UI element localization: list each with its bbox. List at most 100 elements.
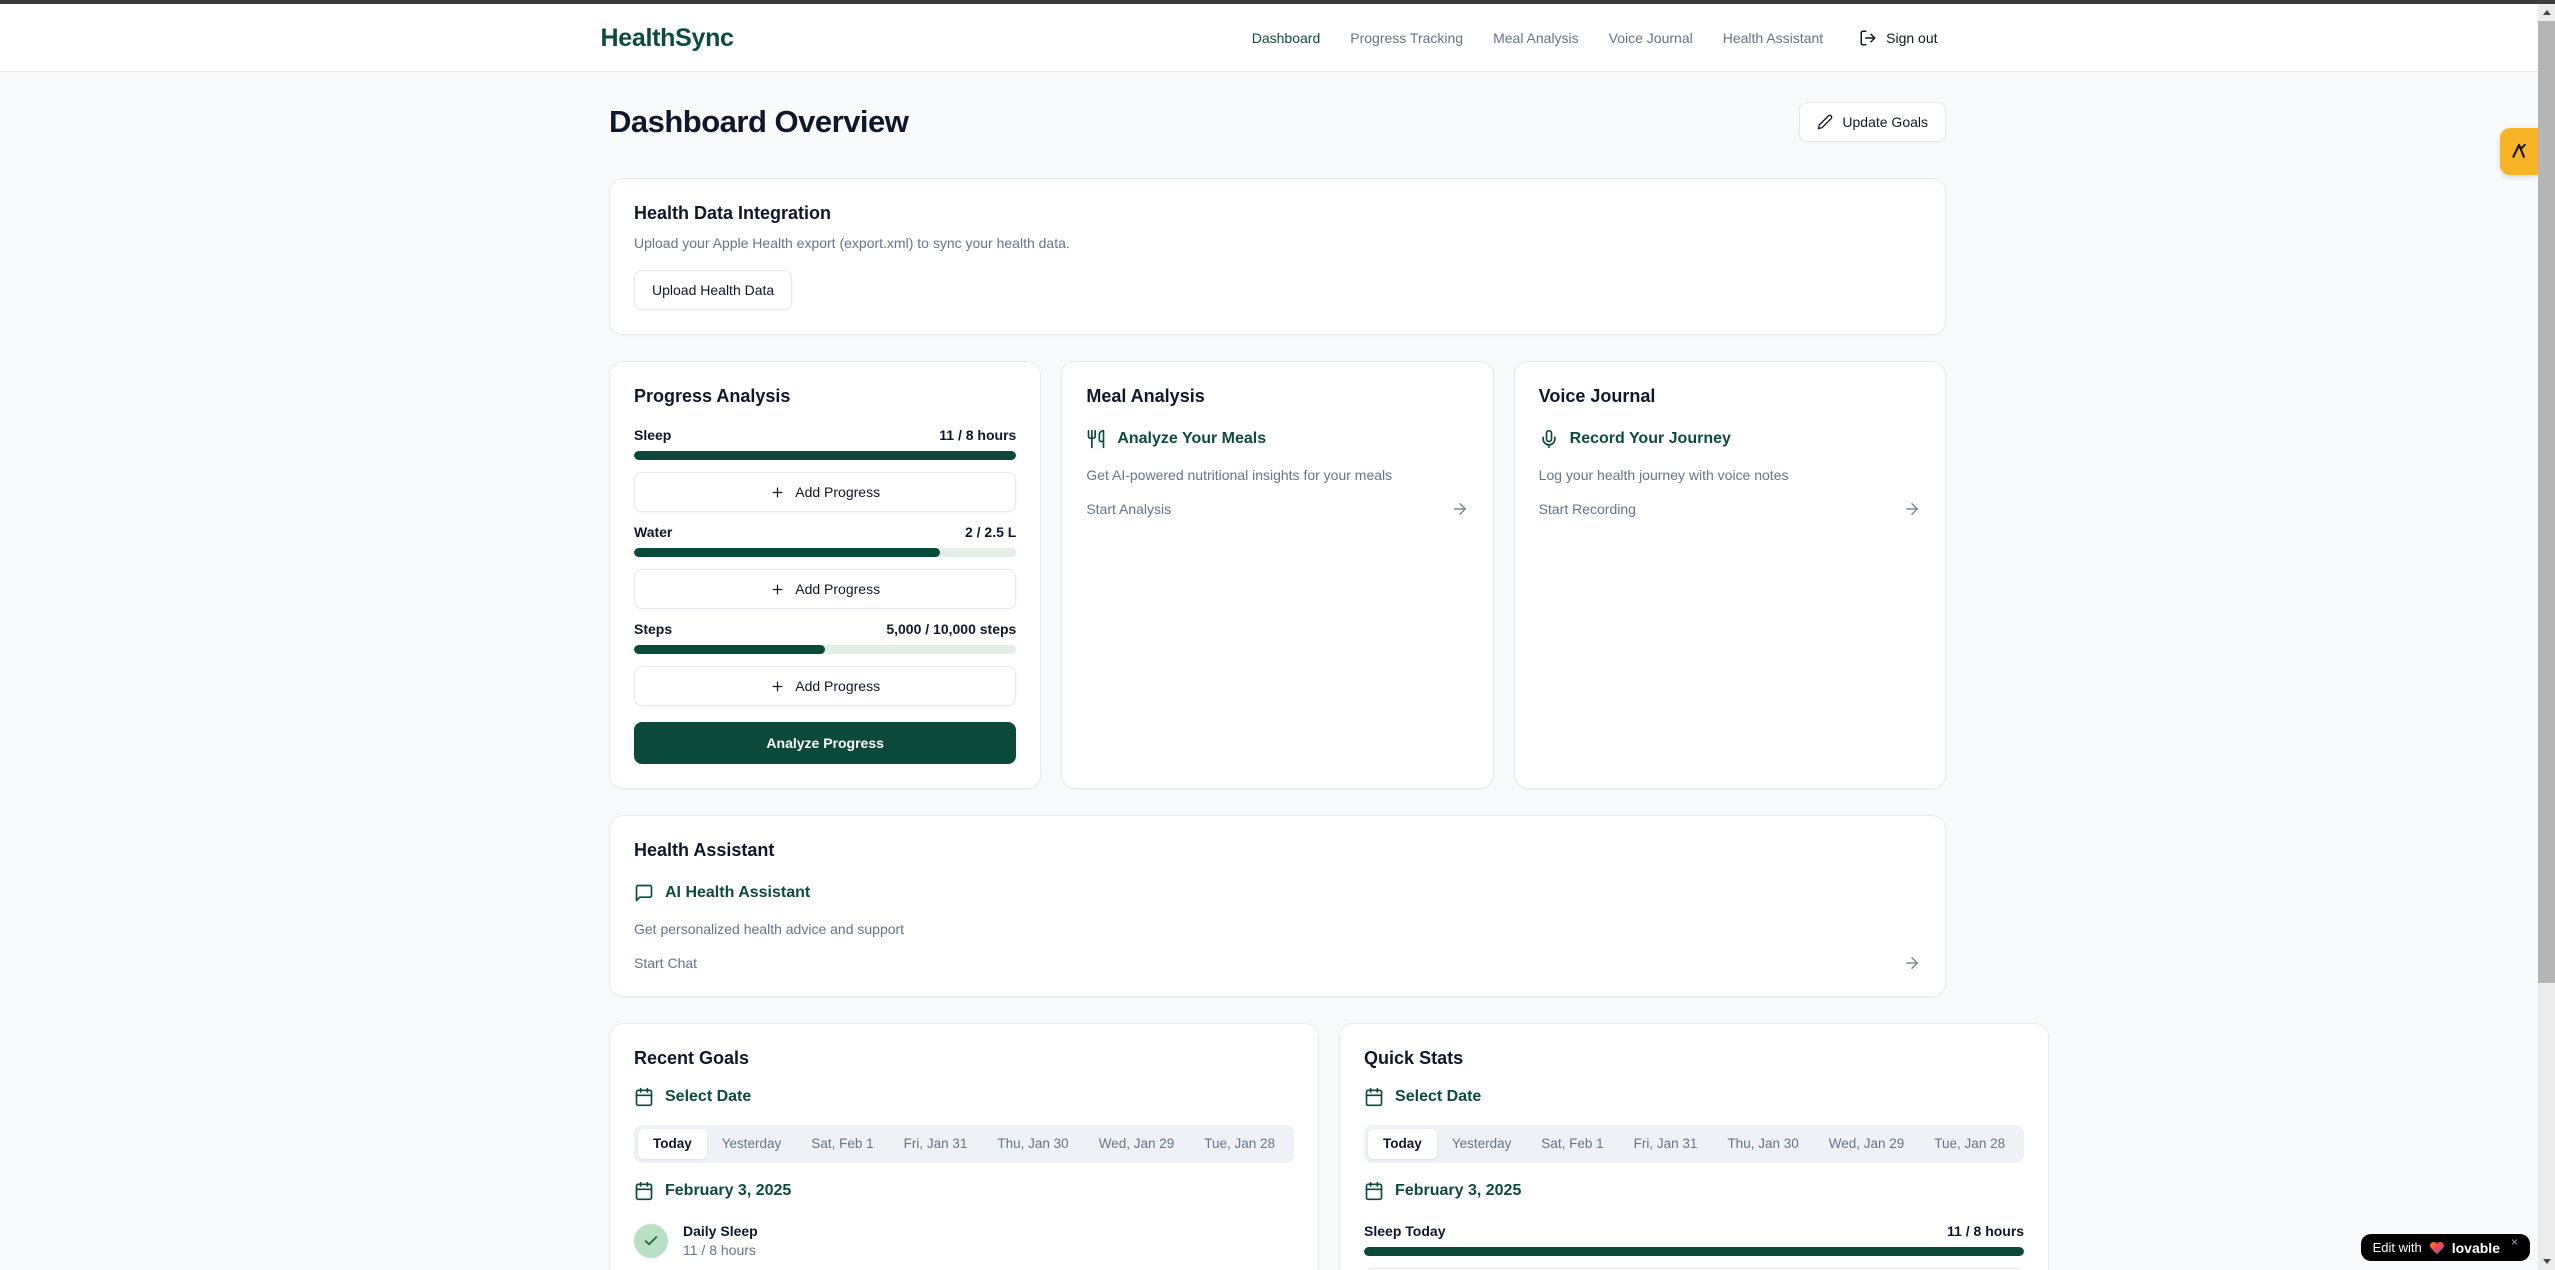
metric-label-steps: Steps	[634, 621, 672, 637]
browser-top-strip	[0, 0, 2555, 4]
record-your-journey-link[interactable]: Record Your Journey	[1539, 429, 1921, 449]
upload-health-data-button[interactable]: Upload Health Data	[634, 270, 792, 310]
goal-value: 11 / 8 hours	[683, 1242, 758, 1258]
microphone-icon	[1539, 429, 1559, 449]
feature-label: AI Health Assistant	[665, 884, 810, 902]
sleep-progress-fill	[634, 451, 1016, 460]
date-tab-yesterday[interactable]: Yesterday	[1437, 1129, 1527, 1159]
sleep-today-progress-bar	[1364, 1247, 2024, 1256]
date-tab-jan28[interactable]: Tue, Jan 28	[1189, 1129, 1290, 1159]
steps-progress-bar	[634, 645, 1016, 654]
close-icon[interactable]: ×	[2511, 1235, 2518, 1249]
date-tab-jan29[interactable]: Wed, Jan 29	[1814, 1129, 1920, 1159]
add-progress-label: Add Progress	[795, 581, 880, 597]
lovable-side-tab-button[interactable]	[2500, 128, 2538, 175]
add-progress-label: Add Progress	[795, 484, 880, 500]
date-tab-jan30[interactable]: Thu, Jan 30	[982, 1129, 1083, 1159]
lovable-mark-icon	[2509, 141, 2530, 162]
metric-label-sleep: Sleep	[634, 427, 671, 443]
recent-goals-card: Recent Goals Select Date Today Yesterday…	[609, 1023, 1319, 1270]
selected-date-display: February 3, 2025	[634, 1181, 1294, 1201]
steps-progress-fill	[634, 645, 825, 654]
date-tab-yesterday[interactable]: Yesterday	[707, 1129, 797, 1159]
pencil-icon	[1817, 114, 1833, 130]
vertical-scrollbar[interactable]	[2538, 0, 2555, 1270]
water-progress-bar	[634, 548, 1016, 557]
check-circle-icon	[634, 1224, 668, 1258]
voice-journal-card: Voice Journal Record Your Journey Log yo…	[1514, 361, 1946, 789]
add-progress-water-button[interactable]: Add Progress	[634, 569, 1016, 609]
progress-analysis-card: Progress Analysis Sleep 11 / 8 hours Add…	[609, 361, 1041, 789]
date-tab-jan29[interactable]: Wed, Jan 29	[1084, 1129, 1190, 1159]
date-tab-bar: Today Yesterday Sat, Feb 1 Fri, Jan 31 T…	[1364, 1125, 2024, 1163]
metric-value-sleep: 11 / 8 hours	[939, 427, 1016, 443]
select-date-label: Select Date	[1395, 1088, 1481, 1106]
add-progress-steps-button[interactable]: Add Progress	[634, 666, 1016, 706]
analyze-progress-button[interactable]: Analyze Progress	[634, 722, 1016, 764]
date-tab-jan28[interactable]: Tue, Jan 28	[1919, 1129, 2020, 1159]
nav-item-voice-journal[interactable]: Voice Journal	[1609, 30, 1693, 46]
nav-item-health-assistant[interactable]: Health Assistant	[1723, 30, 1823, 46]
sign-out-label: Sign out	[1886, 30, 1937, 46]
action-label: Start Chat	[634, 955, 697, 971]
sleep-today-progress-fill	[1364, 1247, 2024, 1256]
start-recording-link[interactable]: Start Recording	[1539, 500, 1921, 518]
sleep-progress-bar	[634, 451, 1016, 460]
nav-links: Dashboard Progress Tracking Meal Analysi…	[1252, 29, 1938, 47]
select-date-button[interactable]: Select Date	[1364, 1087, 2024, 1107]
start-analysis-link[interactable]: Start Analysis	[1086, 500, 1468, 518]
date-tab-feb1[interactable]: Sat, Feb 1	[796, 1129, 888, 1159]
quick-stats-card: Quick Stats Select Date Today Yesterday …	[1339, 1023, 2049, 1270]
scrollbar-up-arrow[interactable]	[2538, 4, 2555, 21]
date-tab-feb1[interactable]: Sat, Feb 1	[1526, 1129, 1618, 1159]
plus-icon	[770, 485, 785, 500]
voice-journal-title: Voice Journal	[1539, 386, 1921, 407]
progress-analysis-title: Progress Analysis	[634, 386, 1016, 407]
stat-label: Sleep Today	[1364, 1223, 1445, 1239]
ai-health-assistant-link[interactable]: AI Health Assistant	[634, 883, 1921, 903]
nav-item-progress-tracking[interactable]: Progress Tracking	[1350, 30, 1463, 46]
calendar-icon	[1364, 1087, 1384, 1107]
scrollbar-thumb[interactable]	[2538, 21, 2555, 983]
health-assistant-description: Get personalized health advice and suppo…	[634, 921, 1921, 937]
calendar-icon	[634, 1181, 654, 1201]
goal-name: Daily Sleep	[683, 1223, 758, 1239]
metric-value-water: 2 / 2.5 L	[965, 524, 1016, 540]
health-assistant-card: Health Assistant AI Health Assistant Get…	[609, 815, 1946, 997]
date-tab-today[interactable]: Today	[638, 1129, 707, 1159]
date-tab-jan30[interactable]: Thu, Jan 30	[1712, 1129, 1813, 1159]
voice-journal-description: Log your health journey with voice notes	[1539, 467, 1921, 483]
calendar-icon	[634, 1087, 654, 1107]
select-date-button[interactable]: Select Date	[634, 1087, 1294, 1107]
nav-item-meal-analysis[interactable]: Meal Analysis	[1493, 30, 1579, 46]
arrow-right-icon	[1451, 500, 1469, 518]
plus-icon	[770, 679, 785, 694]
select-date-label: Select Date	[665, 1088, 751, 1106]
selected-date-display: February 3, 2025	[1364, 1181, 2024, 1201]
lovable-heart-icon	[2429, 1240, 2445, 1256]
analyze-your-meals-link[interactable]: Analyze Your Meals	[1086, 429, 1468, 449]
date-tab-today[interactable]: Today	[1368, 1129, 1437, 1159]
date-tab-jan31[interactable]: Fri, Jan 31	[1619, 1129, 1713, 1159]
goal-list-item: Daily Sleep 11 / 8 hours	[634, 1223, 1294, 1258]
sign-out-button[interactable]: Sign out	[1859, 29, 1937, 47]
health-data-title: Health Data Integration	[634, 203, 1921, 224]
lovable-brand-text: lovable	[2452, 1240, 2500, 1256]
edit-with-text: Edit with	[2373, 1240, 2422, 1255]
edit-with-lovable-badge[interactable]: Edit with lovable ×	[2361, 1234, 2530, 1261]
stat-value: 11 / 8 hours	[1947, 1223, 2024, 1239]
nav-item-dashboard[interactable]: Dashboard	[1252, 30, 1321, 46]
health-data-integration-card: Health Data Integration Upload your Appl…	[609, 178, 1946, 335]
date-tab-jan31[interactable]: Fri, Jan 31	[889, 1129, 983, 1159]
update-goals-button[interactable]: Update Goals	[1799, 102, 1946, 142]
recent-goals-title: Recent Goals	[634, 1048, 1294, 1069]
start-chat-link[interactable]: Start Chat	[634, 954, 1921, 972]
selected-date-label: February 3, 2025	[1395, 1182, 1521, 1200]
scrollbar-down-arrow[interactable]	[2538, 1253, 2555, 1270]
feature-label: Record Your Journey	[1570, 430, 1731, 448]
metric-value-steps: 5,000 / 10,000 steps	[886, 621, 1016, 637]
add-progress-sleep-button[interactable]: Add Progress	[634, 472, 1016, 512]
meal-analysis-title: Meal Analysis	[1086, 386, 1468, 407]
plus-icon	[770, 582, 785, 597]
arrow-right-icon	[1903, 500, 1921, 518]
